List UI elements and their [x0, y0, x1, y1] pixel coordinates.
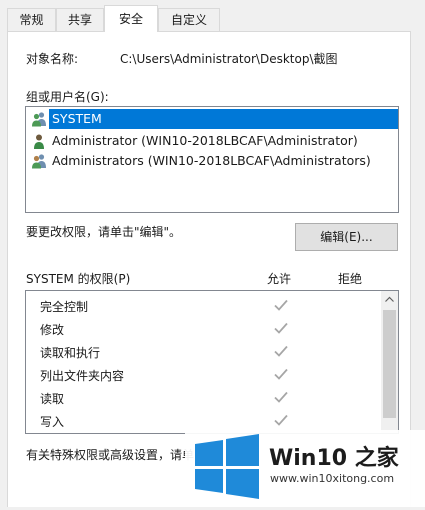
- object-name-value: C:\Users\Administrator\Desktop\截图: [120, 52, 338, 66]
- edit-button[interactable]: 编辑(E)...: [295, 223, 398, 251]
- check-icon: [274, 391, 288, 403]
- allow-column-header: 允许: [267, 272, 292, 286]
- scrollbar-thumb[interactable]: [383, 310, 396, 418]
- groups-listbox[interactable]: SYSTEM Administrator (WIN10-2018LBCAF\Ad…: [25, 106, 399, 213]
- permissions-list: 完全控制 修改 读取和执行 列出文件夹内容 读取 写入: [25, 290, 399, 434]
- user-group-icon: [32, 112, 46, 127]
- permission-row: 读取: [26, 387, 381, 410]
- advanced-settings-hint: 有关特殊权限或高级设置，请单: [26, 448, 195, 462]
- tab-strip: 常规 共享 安全 自定义: [0, 0, 425, 32]
- tab-general[interactable]: 常规: [7, 8, 56, 31]
- permission-name: 读取: [40, 392, 65, 406]
- group-item-label: SYSTEM: [49, 109, 398, 129]
- win10-watermark-logo: Win10 之家 www.win10xitong.com: [185, 430, 425, 507]
- tab-security[interactable]: 安全: [104, 5, 158, 32]
- permissions-title: SYSTEM 的权限(P): [26, 272, 131, 286]
- deny-column-header: 拒绝: [338, 272, 363, 286]
- watermark-url: www.win10xitong.com: [270, 472, 395, 485]
- watermark-brand: Win10 之家: [269, 446, 399, 471]
- permission-name: 列出文件夹内容: [40, 369, 125, 383]
- check-icon: [274, 368, 288, 380]
- group-item-system[interactable]: SYSTEM: [28, 109, 398, 129]
- permissions-scrollbar[interactable]: [381, 291, 398, 433]
- check-icon: [274, 345, 288, 357]
- permission-name: 修改: [40, 323, 65, 337]
- check-icon: [274, 414, 288, 426]
- tab-sharing[interactable]: 共享: [56, 8, 104, 31]
- permission-row: 完全控制: [26, 295, 381, 318]
- permission-name: 写入: [40, 415, 65, 429]
- check-icon: [274, 299, 288, 311]
- permission-row: 修改: [26, 318, 381, 341]
- group-item-label: Administrator (WIN10-2018LBCAF\Administr…: [52, 133, 358, 148]
- change-permissions-hint: 要更改权限，请单击"编辑"。: [26, 225, 182, 239]
- permission-row: 读取和执行: [26, 341, 381, 364]
- object-name-label: 对象名称:: [26, 52, 79, 66]
- permission-name: 完全控制: [40, 300, 89, 314]
- scroll-up-arrow-icon[interactable]: [381, 291, 398, 308]
- group-item-label: Administrators (WIN10-2018LBCAF\Administ…: [52, 153, 371, 168]
- tab-customize[interactable]: 自定义: [158, 8, 220, 31]
- permission-row: 列出文件夹内容: [26, 364, 381, 387]
- check-icon: [274, 322, 288, 334]
- permission-name: 读取和执行: [40, 346, 101, 360]
- user-icon: [34, 134, 44, 149]
- user-group-icon: [32, 154, 46, 169]
- groups-label: 组或用户名(G):: [26, 90, 109, 104]
